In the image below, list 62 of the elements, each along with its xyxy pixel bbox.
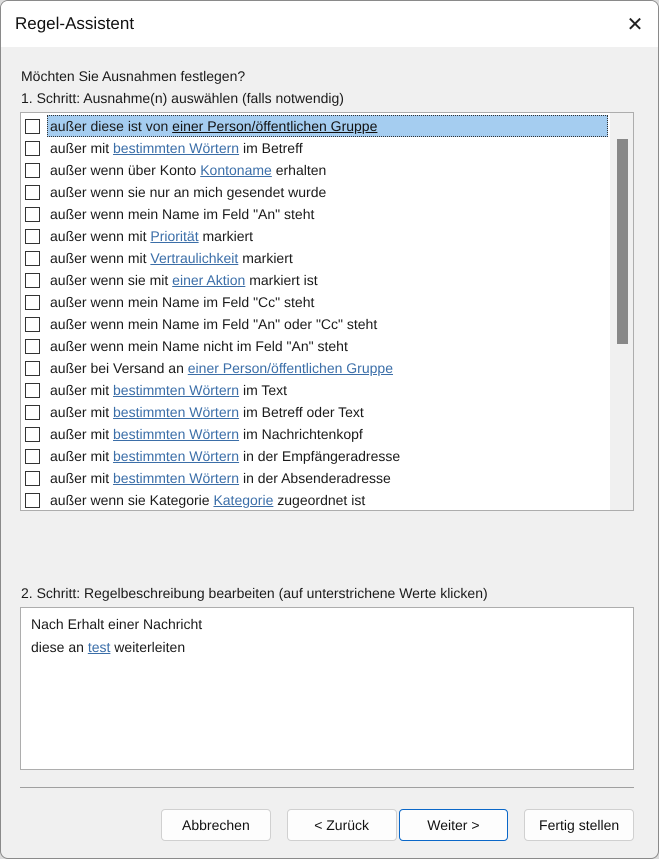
question-text: Möchten Sie Ausnahmen festlegen? [21, 67, 246, 86]
checkbox[interactable] [25, 162, 40, 178]
dialog-button[interactable]: Fertig stellen [524, 809, 634, 841]
list-item[interactable]: außer wenn sie nur an mich gesendet wurde [47, 181, 608, 203]
link[interactable]: einer Person/öffentlichen Gruppe [188, 360, 393, 376]
link[interactable]: bestimmten Wörtern [113, 140, 240, 156]
checkbox[interactable] [25, 470, 40, 486]
checkbox[interactable] [25, 140, 40, 156]
checkbox[interactable] [25, 206, 40, 222]
step-label: 1. Schritt: Ausnahme(n) auswählen (falls notwendig) [21, 89, 345, 108]
checkbox[interactable] [25, 426, 40, 442]
link[interactable]: test [88, 639, 110, 655]
list-item[interactable]: außer mit bestimmten Wörtern in der Absenderadresse [47, 467, 608, 489]
link[interactable]: Priorität [150, 228, 199, 244]
link[interactable]: bestimmten Wörtern [113, 426, 240, 442]
link[interactable]: bestimmten Wörtern [113, 448, 240, 464]
window-title: Regel-Assistent [15, 14, 134, 34]
list-item[interactable]: außer wenn mein Name im Feld "Cc" steht [47, 291, 608, 313]
list-item[interactable]: außer wenn mein Name im Feld "An" steht [47, 203, 608, 225]
scroll-thumb[interactable] [616, 139, 628, 344]
checkbox[interactable] [25, 492, 40, 508]
checkbox[interactable] [25, 294, 40, 310]
checkbox[interactable] [25, 272, 40, 288]
checkbox[interactable] [25, 448, 40, 464]
dialog-button[interactable]: < Zurück [286, 809, 396, 841]
dialog-button[interactable]: Abbrechen [161, 809, 271, 841]
link[interactable]: bestimmten Wörtern [113, 470, 240, 486]
dialog-button[interactable]: Weiter > [398, 809, 508, 841]
list-item[interactable]: außer mit bestimmten Wörtern im Text [47, 379, 608, 401]
checkbox[interactable] [25, 360, 40, 376]
scrollbar[interactable] [610, 113, 633, 510]
list-item[interactable]: außer wenn mit Priorität markiert [47, 225, 608, 247]
rule-description: Nach Erhalt einer Nachricht diese an test weiterleiten [20, 607, 634, 770]
checkbox[interactable] [25, 382, 40, 398]
list-item[interactable]: außer wenn über Konto Kontoname erhalten [47, 159, 608, 181]
list-item[interactable]: außer diese ist von einer Person/öffentlichen Gruppe [47, 115, 608, 137]
link[interactable]: einer Aktion [172, 272, 246, 288]
checkbox[interactable] [25, 338, 40, 354]
list-item[interactable]: außer wenn mit Vertraulichkeit markiert [47, 247, 608, 269]
checkbox[interactable] [25, 184, 40, 200]
list-item[interactable]: außer wenn sie Kategorie Kategorie zugeordnet ist [47, 489, 608, 510]
checkbox[interactable] [25, 404, 40, 420]
link[interactable]: bestimmten Wörtern [113, 382, 240, 398]
link[interactable]: bestimmten Wörtern [113, 404, 240, 420]
checkbox[interactable] [25, 250, 40, 266]
link[interactable]: Kontoname [200, 162, 272, 178]
list-item[interactable]: außer mit bestimmten Wörtern im Betreff oder Text [47, 401, 608, 423]
checkbox[interactable] [25, 118, 40, 134]
checkbox[interactable] [25, 316, 40, 332]
list-item[interactable]: außer mit bestimmten Wörtern im Nachrichtenkopf [47, 423, 608, 445]
list-item[interactable]: außer wenn mein Name im Feld "An" oder "Cc" steht [47, 313, 608, 335]
link[interactable]: einer Person/öffentlichen Gruppe [172, 118, 378, 134]
checkbox[interactable] [25, 228, 40, 244]
list-item[interactable]: außer mit bestimmten Wörtern in der Empfängeradresse [47, 445, 608, 467]
step-label: 2. Schritt: Regelbeschreibung bearbeiten (auf unterstrichene Werte klicken) [21, 584, 489, 603]
list-item[interactable]: außer wenn mein Name nicht im Feld "An" steht [47, 335, 608, 357]
link[interactable]: Kategorie [213, 492, 274, 508]
list-item[interactable]: außer bei Versand an einer Person/öffentlichen Gruppe [47, 357, 608, 379]
list-item[interactable]: außer mit bestimmten Wörtern im Betreff [47, 137, 608, 159]
link[interactable]: Vertraulichkeit [150, 250, 238, 266]
close-button[interactable]: ✕ [612, 1, 658, 47]
list-item[interactable]: außer wenn sie mit einer Aktion markiert ist [47, 269, 608, 291]
